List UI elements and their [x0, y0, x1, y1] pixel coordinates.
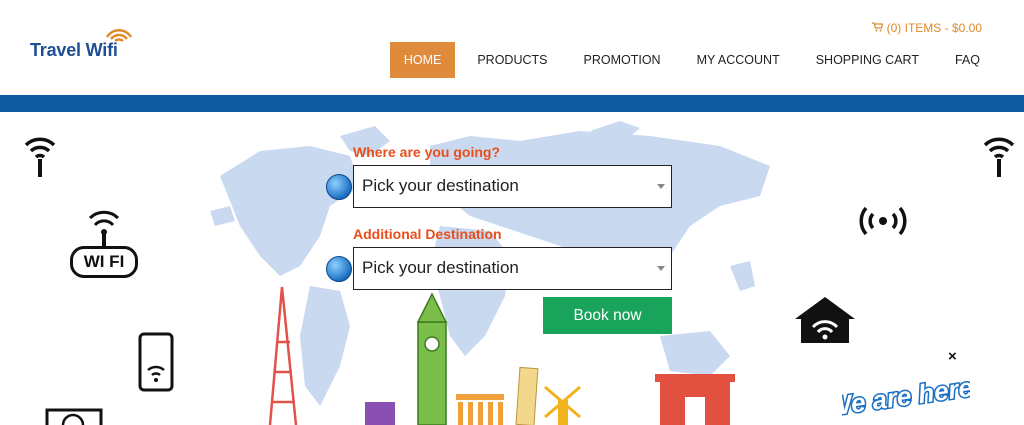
nav-home[interactable]: HOME [389, 42, 456, 78]
chevron-down-icon [657, 184, 665, 189]
additional-destination-select-value: Pick your destination [362, 258, 519, 277]
nav-faq[interactable]: FAQ [941, 42, 994, 78]
book-now-button[interactable]: Book now [543, 297, 672, 334]
cart-summary[interactable]: (0) ITEMS - $0.00 [871, 21, 982, 35]
wifi-signal-icon [24, 137, 56, 177]
hero-section: WI FI Where are you going? Pick your des… [0, 112, 1024, 425]
nav-products[interactable]: PRODUCTS [463, 42, 561, 78]
additional-destination-select[interactable]: Pick your destination [353, 247, 672, 290]
close-icon[interactable]: × [948, 348, 957, 365]
cart-summary-text: (0) ITEMS - $0.00 [886, 21, 982, 35]
wifi-logo-icon [105, 28, 133, 42]
wifi-arcs-icon [88, 210, 120, 246]
we-are-here-text: We are here! [842, 371, 970, 422]
globe-icon [326, 174, 352, 200]
we-are-here-badge[interactable]: We are here! [842, 365, 970, 425]
destination-label: Where are you going? [353, 144, 501, 160]
router-icon [45, 408, 103, 425]
main-nav: HOME PRODUCTS PROMOTION MY ACCOUNT SHOPP… [382, 42, 994, 78]
broadcast-icon [859, 206, 907, 236]
site-logo[interactable]: Travel Wifi [30, 26, 140, 66]
wifi-badge-label: WI FI [70, 246, 138, 278]
brand-name: Travel Wifi [30, 40, 118, 60]
chevron-down-icon [657, 266, 665, 271]
destination-select[interactable]: Pick your destination [353, 165, 672, 208]
nav-my-account[interactable]: MY ACCOUNT [683, 42, 794, 78]
additional-destination-label: Additional Destination [353, 226, 502, 242]
smartphone-wifi-icon [138, 332, 174, 392]
nav-promotion[interactable]: PROMOTION [570, 42, 675, 78]
globe-icon [326, 256, 352, 282]
site-header: Travel Wifi (0) ITEMS - $0.00 HOME PRODU… [0, 0, 1024, 95]
wifi-badge-icon: WI FI [68, 206, 140, 282]
wifi-signal-icon [983, 137, 1015, 177]
nav-shopping-cart[interactable]: SHOPPING CART [802, 42, 933, 78]
destination-select-value: Pick your destination [362, 176, 519, 195]
cart-icon [871, 21, 883, 35]
header-divider-bar [0, 95, 1024, 112]
home-wifi-icon [795, 297, 855, 343]
